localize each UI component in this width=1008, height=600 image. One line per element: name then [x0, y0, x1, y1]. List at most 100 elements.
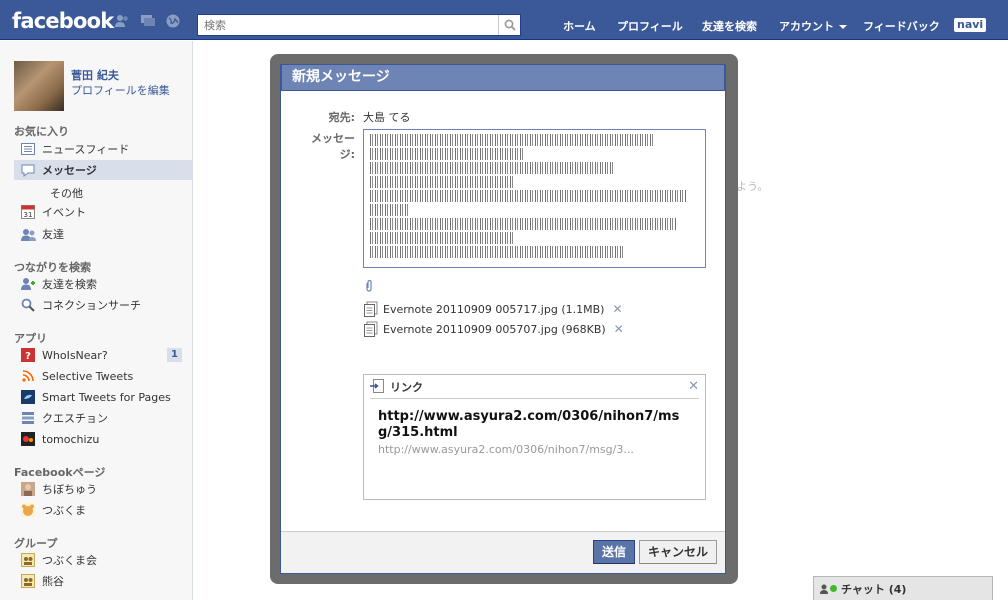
favorites-title: お気に入り [14, 125, 69, 138]
sidebar-item-messages[interactable]: メッセージ [14, 160, 192, 180]
whoisnear-icon: ? [20, 347, 36, 363]
sidebar-item-find-friends[interactable]: 友達を検索 [14, 274, 192, 294]
sidebar-item-label: つぶくま会 [42, 554, 97, 567]
sidebar-item-label: Selective Tweets [42, 369, 134, 383]
app-notification-count: 1 [167, 348, 182, 362]
sidebar-item-label: クエスチョン [42, 412, 108, 425]
sidebar-item-label: イベント [42, 206, 86, 219]
friend-requests-icon[interactable] [114, 14, 130, 28]
cancel-button[interactable]: キャンセル [639, 540, 717, 564]
notifications-globe-icon[interactable] [165, 14, 181, 28]
remove-attachment-icon[interactable]: ✕ [612, 302, 622, 316]
sidebar-item-label: コネクションサーチ [42, 299, 141, 312]
link-icon [370, 378, 386, 395]
find-friends-icon [20, 276, 36, 292]
pages-title: Facebookページ [14, 466, 106, 479]
chat-user-icon [820, 584, 828, 594]
sidebar-item-news-feed[interactable]: ニュースフィード [14, 139, 192, 159]
sidebar-item-label: メッセージ [42, 164, 97, 177]
groups-title: グループ [14, 537, 58, 550]
sidebar-item-group-kumagaya[interactable]: 熊谷 [14, 571, 192, 591]
sidebar-item-page-chibochu[interactable]: ちぼちゅう [14, 479, 192, 499]
sidebar-item-label: 友達を検索 [42, 278, 97, 291]
news-feed-icon [20, 141, 36, 157]
bear-avatar-icon [20, 502, 36, 518]
profile-avatar[interactable] [14, 61, 64, 111]
dialog-title: 新規メッセージ [281, 65, 725, 91]
chat-bar[interactable]: チャット (4) [813, 576, 993, 600]
nav-feedback[interactable]: フィードバック [863, 18, 940, 34]
attachment-name: Evernote 20110909 005707.jpg (968KB) [383, 322, 606, 336]
file-icon [363, 321, 379, 337]
tomochizu-icon [20, 431, 36, 447]
message-label: メッセージ: [311, 132, 355, 161]
attachment-row: Evernote 20110909 005707.jpg (968KB) ✕ [363, 321, 624, 337]
nav-account[interactable]: アカウント [779, 18, 847, 34]
link-preview: リンク ✕ http://www.asyura2.com/0306/nihon7… [363, 374, 706, 500]
top-bar: facebook ホーム プロフィール 友達を検索 アカウント フィードバック … [0, 0, 1008, 40]
attach-paperclip-icon[interactable] [365, 279, 373, 295]
close-link-icon[interactable]: ✕ [688, 379, 699, 394]
online-status-icon [830, 585, 837, 592]
left-sidebar: 菅田 紀夫 プロフィールを編集 お気に入り ニュースフィード メッセージ その他… [0, 41, 193, 600]
search-icon [504, 19, 516, 31]
sidebar-item-tomochizu[interactable]: tomochizu [14, 429, 192, 449]
questions-icon [20, 410, 36, 426]
attachment-name: Evernote 20110909 005717.jpg (1.1MB) [383, 302, 605, 316]
link-title[interactable]: http://www.asyura2.com/0306/nihon7/msg/3… [364, 399, 705, 441]
calendar-icon: 31 [20, 204, 36, 220]
sidebar-item-label: Smart Tweets for Pages [42, 390, 171, 404]
nav-account-label: アカウント [779, 20, 834, 33]
sidebar-item-group-tsubukuma-kai[interactable]: つぶくま会 [14, 550, 192, 570]
apps-title: アプリ [14, 332, 47, 345]
background-text: よう。 [736, 180, 769, 193]
messages-jewel-icon[interactable] [140, 14, 156, 28]
friends-icon [20, 226, 36, 242]
navi-badge[interactable]: navi [954, 18, 987, 32]
new-message-dialog: 新規メッセージ 宛先: 大島 てる メッセージ: Evernote 201109… [280, 64, 726, 574]
sidebar-item-friends[interactable]: 友達 [14, 224, 192, 244]
attachment-row: Evernote 20110909 005717.jpg (1.1MB) ✕ [363, 301, 623, 317]
sidebar-item-label: 熊谷 [42, 575, 64, 588]
svg-text:?: ? [25, 351, 31, 362]
sidebar-item-smart-tweets[interactable]: Smart Tweets for Pages [14, 387, 192, 407]
sidebar-item-label: WhoIsNear? [42, 348, 108, 362]
link-url: http://www.asyura2.com/0306/nihon7/msg/3… [378, 443, 634, 456]
search-box [197, 14, 521, 36]
nav-find-friends[interactable]: 友達を検索 [702, 18, 757, 34]
search-button[interactable] [498, 15, 520, 35]
recipient-field[interactable]: 大島 てる [363, 109, 411, 125]
sidebar-subitem-other[interactable]: その他 [50, 185, 83, 201]
edit-profile-link[interactable]: プロフィールを編集 [71, 82, 170, 98]
search-input[interactable] [198, 15, 498, 35]
file-icon [363, 301, 379, 317]
rss-icon [20, 368, 36, 384]
to-label: 宛先: [328, 111, 355, 124]
group-icon [20, 573, 36, 589]
link-header-label: リンク [390, 380, 423, 394]
sidebar-item-label: 友達 [42, 228, 64, 241]
chevron-down-icon [839, 25, 847, 29]
sidebar-item-label: tomochizu [42, 432, 100, 446]
sidebar-item-events[interactable]: 31 イベント [14, 202, 192, 222]
sidebar-item-page-tsubukuma[interactable]: つぶくま [14, 500, 192, 520]
nav-home[interactable]: ホーム [563, 18, 596, 34]
link-preview-header: リンク ✕ [370, 375, 699, 399]
sidebar-item-connection-search[interactable]: コネクションサーチ [14, 295, 192, 315]
sidebar-item-label: ニュースフィード [42, 143, 130, 156]
group-icon [20, 552, 36, 568]
sidebar-item-questions[interactable]: クエスチョン [14, 408, 192, 428]
chat-label: チャット (4) [841, 582, 907, 596]
send-button[interactable]: 送信 [593, 540, 635, 564]
facebook-logo[interactable]: facebook [12, 9, 114, 33]
sidebar-item-selective-tweets[interactable]: Selective Tweets [14, 366, 192, 386]
remove-attachment-icon[interactable]: ✕ [614, 322, 624, 336]
sidebar-item-whoisnear[interactable]: ? WhoIsNear? 1 [14, 345, 192, 365]
nav-profile[interactable]: プロフィール [617, 18, 683, 34]
dialog-footer: 送信 キャンセル [281, 531, 725, 573]
svg-text:31: 31 [24, 211, 33, 219]
connect-title: つながりを検索 [14, 261, 91, 274]
profile-name[interactable]: 菅田 紀夫 [71, 67, 119, 83]
message-body-field[interactable] [363, 129, 706, 268]
page-avatar-icon [20, 481, 36, 497]
